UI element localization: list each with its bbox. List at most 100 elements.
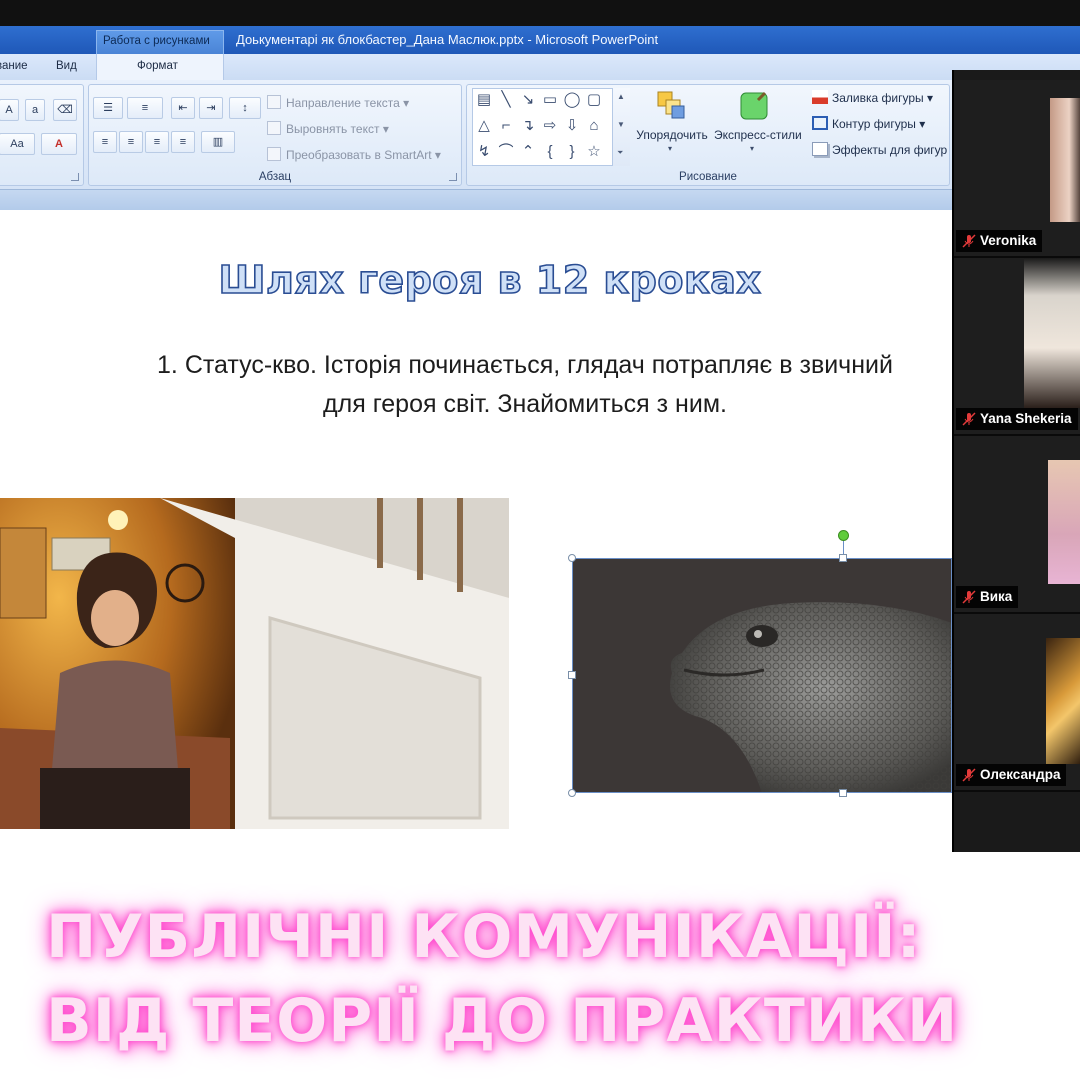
align-center-icon[interactable]: ≡ bbox=[119, 131, 143, 153]
slide-photo-cupboard[interactable] bbox=[0, 498, 509, 829]
shape-effects-button[interactable]: Эффекты для фигур bbox=[812, 142, 947, 157]
slide-title[interactable]: Шлях героя в 12 кроках bbox=[0, 257, 980, 303]
resize-handle-bottom[interactable] bbox=[839, 789, 847, 797]
smartart-icon bbox=[267, 147, 281, 161]
picture-tools-context-tab[interactable]: Работа с рисунками bbox=[96, 30, 224, 54]
participant-tile[interactable]: Yana Shekeria bbox=[954, 258, 1080, 436]
participant-video bbox=[1048, 460, 1080, 584]
mic-muted-icon bbox=[962, 234, 976, 248]
curve-shape-icon[interactable]: ⌒ bbox=[495, 141, 517, 163]
oval-shape-icon[interactable]: ◯ bbox=[561, 89, 583, 111]
cupboard-photo bbox=[0, 498, 509, 829]
participant-name-tag: Вика bbox=[956, 586, 1019, 608]
dialog-launcher-icon[interactable] bbox=[71, 173, 79, 181]
justify-icon[interactable]: ≡ bbox=[171, 131, 195, 153]
align-text-button[interactable]: Выровнять текст ▾ bbox=[267, 121, 389, 136]
left-brace-shape-icon[interactable]: { bbox=[539, 141, 561, 163]
slide-canvas[interactable]: Шлях героя в 12 кроках 1. Статус-кво. Іс… bbox=[0, 210, 1080, 852]
right-arrow-shape-icon[interactable]: ⇨ bbox=[539, 115, 561, 137]
mic-muted-icon bbox=[962, 768, 976, 782]
gallery-more-icon[interactable]: ⏷ bbox=[617, 148, 623, 158]
participant-name-tag: Олександра bbox=[956, 764, 1067, 786]
change-case-icon[interactable]: Aa bbox=[0, 133, 35, 155]
mic-muted-icon bbox=[962, 412, 976, 426]
drawing-group-label: Рисование bbox=[679, 171, 737, 183]
rotation-handle-icon[interactable] bbox=[838, 530, 849, 541]
dropdown-arrow-icon: ▾ bbox=[750, 144, 755, 153]
arrange-icon bbox=[657, 91, 685, 119]
gallery-scroll[interactable]: ▲ ▼ ⏷ bbox=[612, 88, 630, 166]
increase-indent-icon[interactable]: ⇥ bbox=[199, 97, 223, 119]
quick-styles-label: Экспресс-стили bbox=[714, 128, 802, 142]
arrow-line-shape-icon[interactable]: ↘ bbox=[517, 89, 539, 111]
ribbon-tabs: вание Вид Формат bbox=[0, 54, 1080, 80]
shape-fill-button[interactable]: Заливка фигуры ▾ bbox=[812, 90, 933, 105]
banner-line-1: ПУБЛІЧНІ КОМУНІКАЦІЇ: bbox=[46, 902, 922, 972]
convert-smartart-button[interactable]: Преобразовать в SmartArt ▾ bbox=[267, 147, 441, 162]
right-brace-shape-icon[interactable]: } bbox=[561, 141, 583, 163]
quick-styles-icon bbox=[740, 91, 768, 120]
paragraph-group-label: Абзац bbox=[258, 171, 292, 183]
tab-review[interactable]: вание bbox=[0, 60, 28, 72]
participant-tile[interactable]: Олександра bbox=[954, 614, 1080, 792]
text-direction-icon bbox=[267, 95, 281, 109]
freeform-shape-icon[interactable]: ↯ bbox=[473, 141, 495, 163]
numbering-icon[interactable]: ≡ bbox=[127, 97, 163, 119]
bullets-icon[interactable]: ☰ bbox=[93, 97, 123, 119]
text-direction-button[interactable]: Направление текста ▾ bbox=[267, 95, 409, 110]
align-right-icon[interactable]: ≡ bbox=[145, 131, 169, 153]
resize-handle-bottom-left[interactable] bbox=[568, 789, 576, 797]
quick-styles-button[interactable]: Экспресс-стили ▾ bbox=[714, 86, 802, 156]
arrange-button[interactable]: Упорядочить ▾ bbox=[632, 86, 712, 156]
align-left-icon[interactable]: ≡ bbox=[93, 131, 117, 153]
line-shape-icon[interactable]: ╲ bbox=[495, 89, 517, 111]
resize-handle-top-left[interactable] bbox=[568, 554, 576, 562]
effects-icon bbox=[812, 142, 828, 156]
paragraph-group: ☰ ≡ ⇤ ⇥ ↕ ≡ ≡ ≡ ≡ ▥ Направление текста ▾… bbox=[88, 84, 462, 186]
ribbon-bottom-bar bbox=[0, 190, 1080, 210]
title-bar: Работа с рисунками Доькументарі як блокб… bbox=[0, 26, 1080, 54]
scroll-up-icon[interactable]: ▲ bbox=[617, 92, 625, 101]
font-group: A a ⌫ Aa A bbox=[0, 84, 84, 186]
textbox-shape-icon[interactable]: ▤ bbox=[473, 89, 495, 111]
pen-outline-icon bbox=[812, 116, 828, 130]
font-color-icon[interactable]: A bbox=[41, 133, 77, 155]
participant-name-tag: Yana Shekeria bbox=[956, 408, 1078, 430]
ribbon: A a ⌫ Aa A ☰ ≡ ⇤ ⇥ ↕ ≡ ≡ ≡ ≡ ▥ Направлен… bbox=[0, 80, 1080, 190]
arc-shape-icon[interactable]: ⌃ bbox=[517, 141, 539, 163]
down-arrow-shape-icon[interactable]: ⇩ bbox=[561, 115, 583, 137]
video-participants-panel: Veronika Yana Shekeria Вика Олександра bbox=[952, 70, 1080, 852]
shapes-gallery[interactable]: ▤ ╲ ↘ ▭ ◯ ▢ △ ⌐ ↴ ⇨ ⇩ ⌂ ↯ ⌒ ⌃ { } ☆ bbox=[472, 88, 630, 166]
triangle-shape-icon[interactable]: △ bbox=[473, 115, 495, 137]
mic-muted-icon bbox=[962, 590, 976, 604]
resize-handle-top[interactable] bbox=[839, 554, 847, 562]
star-shape-icon[interactable]: ☆ bbox=[583, 141, 605, 163]
dialog-launcher-icon[interactable] bbox=[449, 173, 457, 181]
grow-font-icon[interactable]: A bbox=[0, 99, 19, 121]
participant-tile[interactable]: Вика bbox=[954, 436, 1080, 614]
participant-tile[interactable]: Veronika bbox=[954, 80, 1080, 258]
tab-view[interactable]: Вид bbox=[56, 60, 77, 72]
callout-shape-icon[interactable]: ⌂ bbox=[583, 115, 605, 137]
line-spacing-icon[interactable]: ↕ bbox=[229, 97, 261, 119]
participant-video bbox=[1024, 258, 1080, 408]
rectangle-shape-icon[interactable]: ▭ bbox=[539, 89, 561, 111]
elbow-connector-icon[interactable]: ⌐ bbox=[495, 115, 517, 137]
paint-bucket-icon bbox=[812, 90, 828, 104]
elbow-arrow-icon[interactable]: ↴ bbox=[517, 115, 539, 137]
decrease-indent-icon[interactable]: ⇤ bbox=[171, 97, 195, 119]
shrink-font-icon[interactable]: a bbox=[25, 99, 45, 121]
selection-box bbox=[572, 558, 952, 793]
shape-outline-button[interactable]: Контур фигуры ▾ bbox=[812, 116, 925, 131]
resize-handle-left[interactable] bbox=[568, 671, 576, 679]
tab-format[interactable]: Формат bbox=[137, 60, 178, 72]
scroll-down-icon[interactable]: ▼ bbox=[617, 120, 625, 129]
dropdown-arrow-icon: ▾ bbox=[668, 144, 673, 153]
window-title: Доькументарі як блокбастер_Дана Маслюк.p… bbox=[236, 32, 659, 47]
participant-video bbox=[1050, 98, 1080, 222]
slide-body-text[interactable]: 1. Статус-кво. Історія починається, гляд… bbox=[140, 346, 910, 424]
clear-format-icon[interactable]: ⌫ bbox=[53, 99, 77, 121]
rounded-rect-shape-icon[interactable]: ▢ bbox=[583, 89, 605, 111]
participant-name-tag: Veronika bbox=[956, 230, 1043, 252]
columns-icon[interactable]: ▥ bbox=[201, 131, 235, 153]
